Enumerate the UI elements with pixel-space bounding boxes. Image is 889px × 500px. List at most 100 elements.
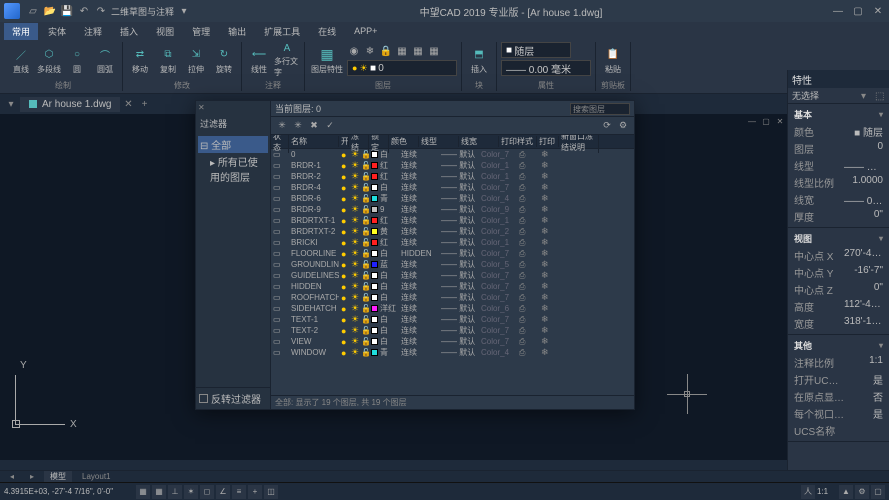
- menu-tab[interactable]: 常用: [4, 23, 38, 40]
- layer-row[interactable]: ▭BRDRTXT-2●☀🔓黄连续—— 默认Color_2⎙❄: [271, 226, 634, 237]
- layer-tool-icon[interactable]: 🔒: [379, 44, 393, 58]
- undo-icon[interactable]: ↶: [77, 4, 91, 18]
- open-icon[interactable]: 📂: [43, 4, 57, 18]
- filter-all[interactable]: ⊟ 全部: [198, 136, 268, 153]
- ribbon-button[interactable]: ⬡多段线: [36, 42, 62, 78]
- new-icon[interactable]: ▱: [26, 4, 40, 18]
- prop-row[interactable]: 线型—— 随层: [788, 157, 889, 174]
- set-current-icon[interactable]: ✓: [323, 119, 337, 133]
- filter-used[interactable]: ▸ 所有已使用的图层: [198, 153, 268, 185]
- ribbon-button[interactable]: ⌒圆弧: [92, 42, 118, 78]
- color-dropdown[interactable]: ■ 随层: [501, 42, 571, 58]
- ortho-toggle[interactable]: ⊥: [168, 485, 182, 499]
- dropdown-chevron-icon[interactable]: ▾: [177, 4, 191, 18]
- prop-group-header[interactable]: 其他▾: [788, 337, 889, 354]
- layer-row[interactable]: ▭TEXT-2●☀🔓白连续—— 默认Color_7⎙❄: [271, 325, 634, 336]
- prop-row[interactable]: 注释比例1:1: [788, 354, 889, 371]
- layer-tool-icon[interactable]: ▦: [395, 44, 409, 58]
- layout-tab-next[interactable]: ▸: [24, 472, 40, 481]
- layer-props-button[interactable]: ▦ 图层特性: [309, 42, 345, 78]
- delete-layer-icon[interactable]: ✖: [307, 119, 321, 133]
- cleanscreen-icon[interactable]: ▢: [871, 485, 885, 499]
- insert-block-button[interactable]: ⬒ 插入: [466, 42, 492, 78]
- ribbon-button[interactable]: ／直线: [8, 42, 34, 78]
- prop-row[interactable]: 线宽—— 0.00 毫米: [788, 191, 889, 208]
- menu-tab[interactable]: 在线: [310, 23, 344, 40]
- layer-row[interactable]: ▭VIEW●☀🔓白连续—— 默认Color_7⎙❄: [271, 336, 634, 347]
- menu-tab[interactable]: 视图: [148, 23, 182, 40]
- layer-row[interactable]: ▭BRDR-2●☀🔓红连续—— 默认Color_1⎙❄: [271, 171, 634, 182]
- layer-search-input[interactable]: 搜索图层: [570, 103, 630, 115]
- otrack-toggle[interactable]: ∠: [216, 485, 230, 499]
- prop-row[interactable]: 颜色■ 随层: [788, 123, 889, 140]
- prop-row[interactable]: 在原点显示 UCS...否: [788, 388, 889, 405]
- osnap-toggle[interactable]: ◻: [200, 485, 214, 499]
- doc-add-icon[interactable]: +: [138, 97, 152, 111]
- viewport-max-icon[interactable]: ▢: [761, 116, 771, 126]
- prop-row[interactable]: 厚度0": [788, 208, 889, 225]
- prop-row[interactable]: 中心点 Y-16'-7": [788, 264, 889, 281]
- layer-row[interactable]: ▭BRDRTXT-1●☀🔓红连续—— 默认Color_1⎙❄: [271, 215, 634, 226]
- doc-tab-dropdown-icon[interactable]: ▾: [4, 97, 18, 111]
- layer-row[interactable]: ▭GROUNDLINE●☀🔓蓝连续—— 默认Color_5⎙❄: [271, 259, 634, 270]
- dialog-close-icon[interactable]: ✕: [198, 103, 208, 113]
- new-layer-icon[interactable]: ✳: [275, 119, 289, 133]
- dyn-toggle[interactable]: +: [248, 485, 262, 499]
- refresh-icon[interactable]: ⟳: [600, 119, 614, 133]
- layer-row[interactable]: ▭BRDR-9●☀🔓9连续—— 默认Color_9⎙❄: [271, 204, 634, 215]
- layer-row[interactable]: ▭FLOORLINE●☀🔓白HIDDEN—— 默认Color_7⎙❄: [271, 248, 634, 259]
- invert-filter-checkbox[interactable]: 反转过滤器: [196, 387, 270, 409]
- menu-tab[interactable]: 管理: [184, 23, 218, 40]
- annoscale-icon[interactable]: 人: [801, 485, 815, 499]
- redo-icon[interactable]: ↷: [94, 4, 108, 18]
- doc-tab[interactable]: Ar house 1.dwg: [20, 97, 120, 112]
- save-icon[interactable]: 💾: [60, 4, 74, 18]
- layout-tab-prev[interactable]: ◂: [4, 472, 20, 481]
- viewport-min-icon[interactable]: —: [747, 116, 757, 126]
- model-toggle[interactable]: ◫: [264, 485, 278, 499]
- layer-row[interactable]: ▭BRICKI●☀🔓红连续—— 默认Color_1⎙❄: [271, 237, 634, 248]
- layer-row[interactable]: ▭SIDEHATCH●☀🔓洋红连续—— 默认Color_6⎙❄: [271, 303, 634, 314]
- layer-tool-icon[interactable]: ◉: [347, 44, 361, 58]
- menu-tab[interactable]: APP+: [346, 24, 385, 38]
- paste-button[interactable]: 📋 粘贴: [600, 42, 626, 78]
- ribbon-button[interactable]: ○圆: [64, 42, 90, 78]
- minimize-button[interactable]: —: [831, 4, 845, 18]
- layer-dropdown[interactable]: ● ☀ ■ 0: [347, 60, 457, 76]
- menu-tab[interactable]: 注释: [76, 23, 110, 40]
- viewport-close-icon[interactable]: ✕: [775, 116, 785, 126]
- layer-row[interactable]: ▭WINDOW●☀🔓青连续—— 默认Color_4⎙❄: [271, 347, 634, 358]
- prop-row[interactable]: 每个视口都显示...是: [788, 405, 889, 422]
- snap-toggle[interactable]: ▦: [136, 485, 150, 499]
- layer-row[interactable]: ▭HIDDEN●☀🔓白连续—— 默认Color_7⎙❄: [271, 281, 634, 292]
- layout1-tab[interactable]: Layout1: [76, 472, 116, 481]
- prop-row[interactable]: 打开UCS图标是: [788, 371, 889, 388]
- layer-row[interactable]: ▭BRDR-4●☀🔓白连续—— 默认Color_7⎙❄: [271, 182, 634, 193]
- prop-group-header[interactable]: 视图▾: [788, 230, 889, 247]
- maximize-button[interactable]: ▢: [851, 4, 865, 18]
- ribbon-button[interactable]: A多行文字: [274, 42, 300, 78]
- layer-row[interactable]: ▭BRDR-6●☀🔓青连续—— 默认Color_4⎙❄: [271, 193, 634, 204]
- settings-icon[interactable]: ⚙: [616, 119, 630, 133]
- prop-row[interactable]: 宽度318'-1 1/4": [788, 315, 889, 332]
- prop-row[interactable]: 图层0: [788, 140, 889, 157]
- filter-tree[interactable]: ⊟ 全部 ▸ 所有已使用的图层: [196, 134, 270, 387]
- ribbon-button[interactable]: ⇄移动: [127, 42, 153, 78]
- ribbon-button[interactable]: ⟵线性: [246, 42, 272, 78]
- doc-close-icon[interactable]: ✕: [122, 97, 136, 111]
- prop-group-header[interactable]: 基本▾: [788, 106, 889, 123]
- prop-row[interactable]: 线型比例1.0000: [788, 174, 889, 191]
- selection-dropdown[interactable]: 无选择 ▾ ⬚: [788, 88, 889, 104]
- grid-toggle[interactable]: ▦: [152, 485, 166, 499]
- layer-tool-icon[interactable]: ▦: [411, 44, 425, 58]
- ribbon-button[interactable]: ↻旋转: [211, 42, 237, 78]
- annotate-icon[interactable]: ▲: [839, 485, 853, 499]
- qselect-icon[interactable]: ⬚: [875, 91, 885, 101]
- layer-row[interactable]: ▭TEXT-1●☀🔓白连续—— 默认Color_7⎙❄: [271, 314, 634, 325]
- prop-row[interactable]: 中心点 X270'-4 3/8": [788, 247, 889, 264]
- ribbon-button[interactable]: ⇲拉伸: [183, 42, 209, 78]
- layer-tool-icon[interactable]: ▦: [427, 44, 441, 58]
- polar-toggle[interactable]: ✶: [184, 485, 198, 499]
- lineweight-dropdown[interactable]: —— 0.00 毫米: [501, 60, 591, 76]
- layer-row[interactable]: ▭BRDR-1●☀🔓红连续—— 默认Color_1⎙❄: [271, 160, 634, 171]
